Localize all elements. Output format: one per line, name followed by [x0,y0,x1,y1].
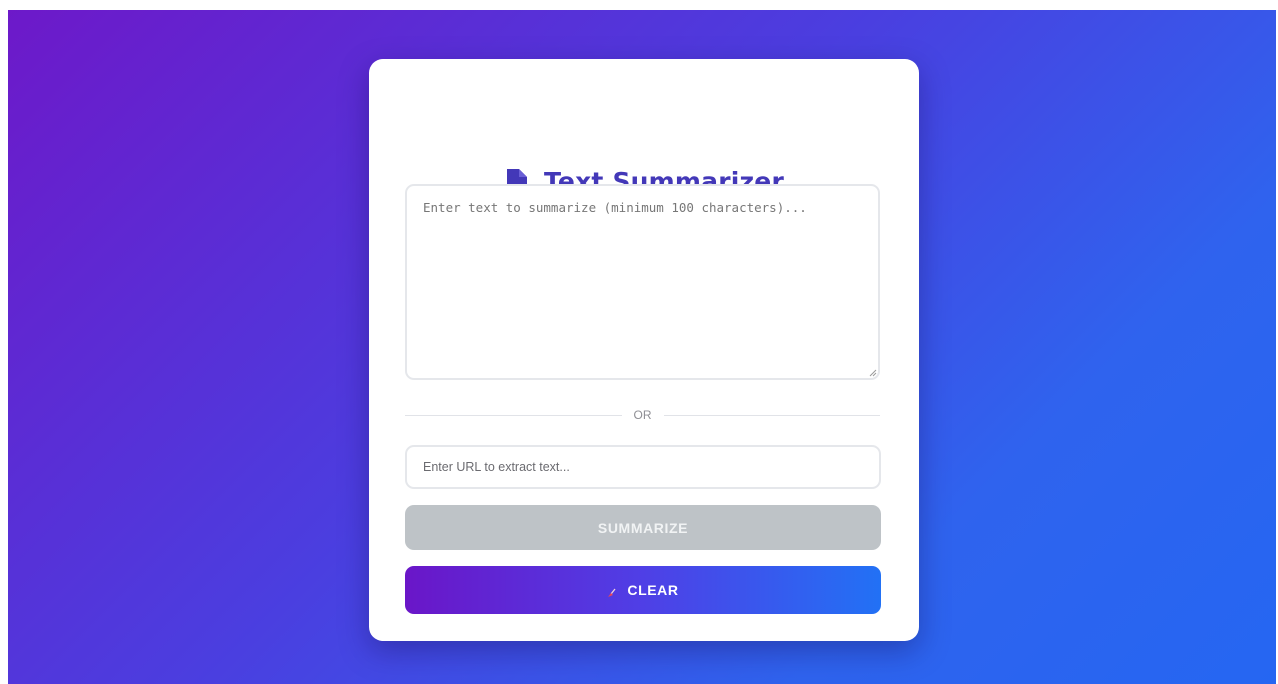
summarizer-card: Text Summarizer OR SUMMARIZE CLEAR [369,59,919,641]
or-divider: OR [405,407,880,423]
clear-button[interactable]: CLEAR [405,566,881,614]
divider-line-right [663,414,880,416]
resize-handle-icon[interactable] [869,369,877,377]
divider-line-left [405,414,622,416]
text-input-area[interactable] [405,184,880,380]
summarize-button-label: SUMMARIZE [597,519,689,536]
broom-icon [608,588,616,597]
divider-label: OR [633,408,652,422]
summarize-button[interactable]: SUMMARIZE [405,505,881,550]
page-background: Text Summarizer OR SUMMARIZE CLEAR [8,10,1276,684]
clear-button-label: CLEAR [627,582,679,598]
url-input[interactable] [405,445,881,489]
